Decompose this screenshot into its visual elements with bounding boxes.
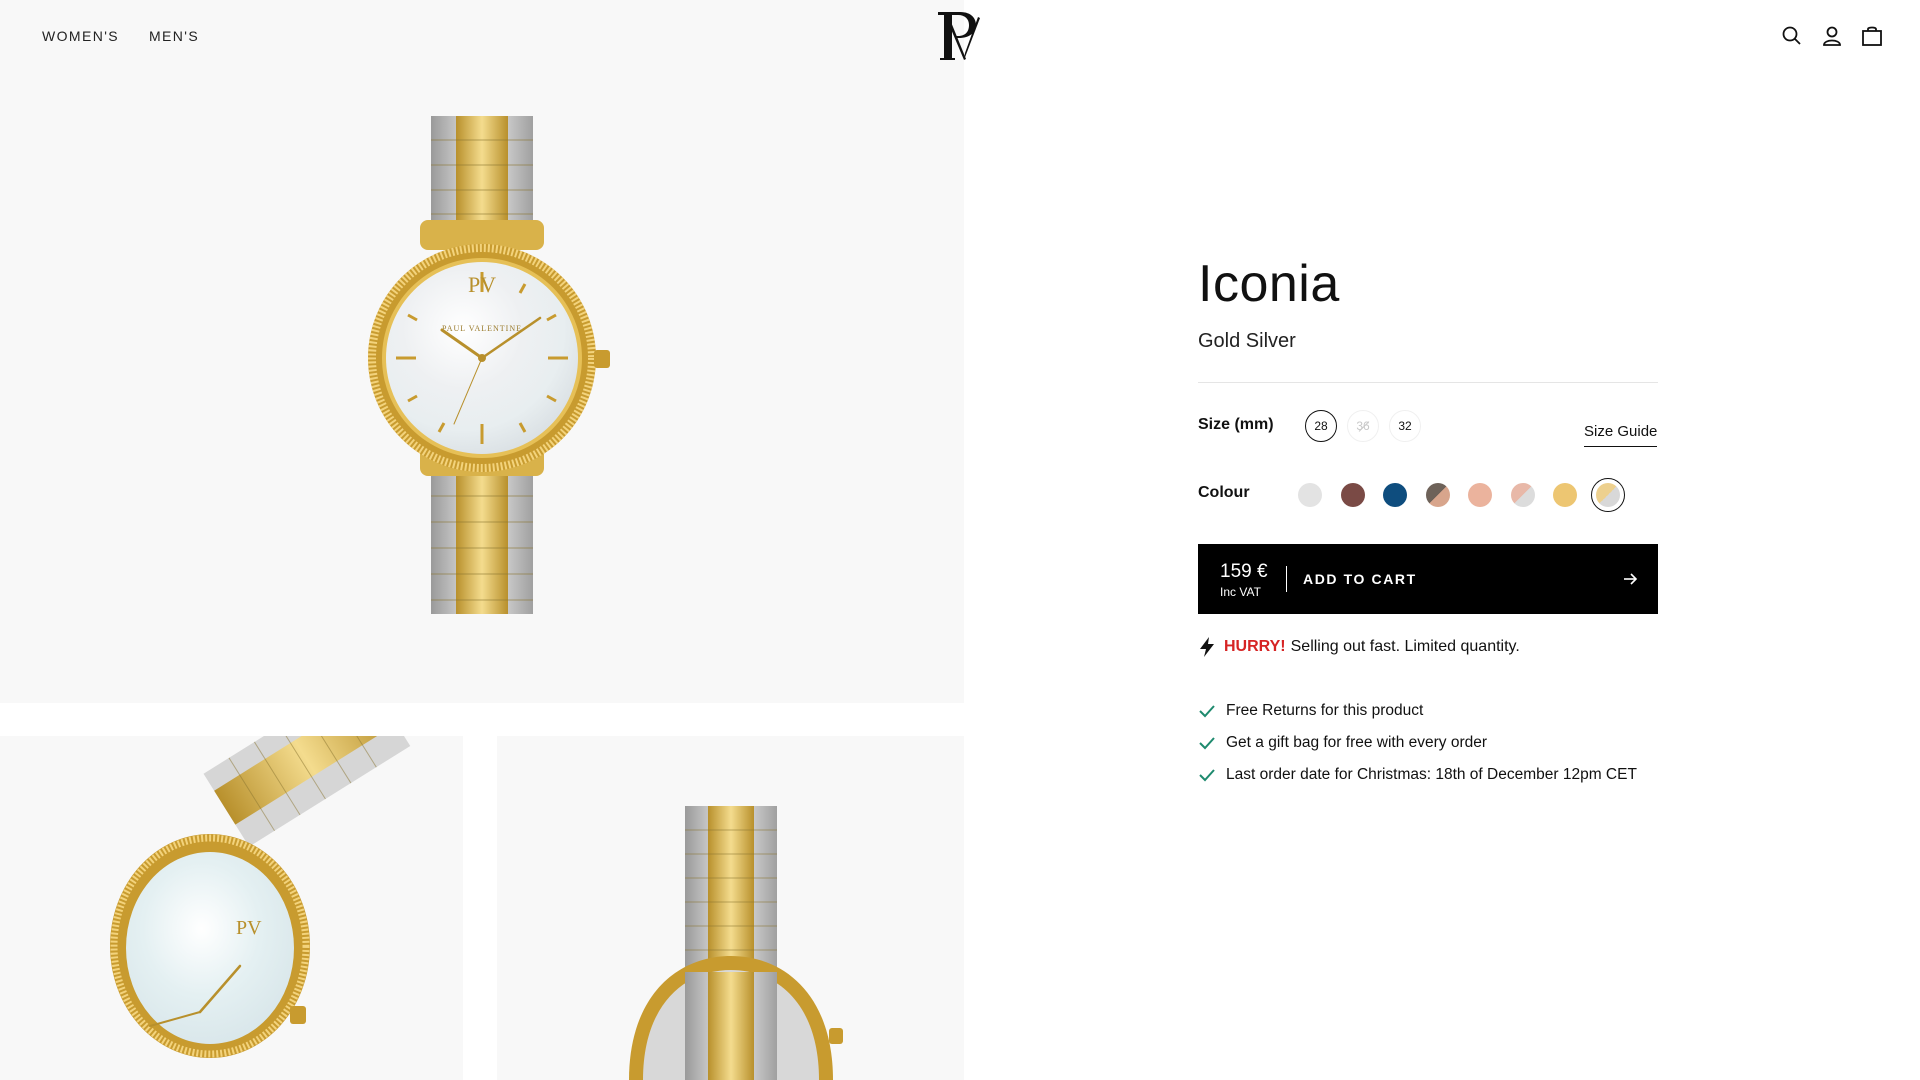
colour-swatch-navy[interactable] [1378, 478, 1412, 512]
search-icon[interactable] [1780, 24, 1804, 48]
colour-swatch-gold-silver[interactable] [1590, 478, 1625, 512]
nav-men-link[interactable]: MEN'S [149, 28, 199, 44]
size-option-32[interactable]: 32 [1389, 410, 1421, 442]
dial-brand-text: PAUL VALENTINE [442, 324, 522, 333]
check-icon [1199, 737, 1215, 750]
product-image-angle[interactable]: PV [0, 736, 463, 1080]
check-icon [1199, 769, 1215, 782]
colour-swatch-mocha[interactable] [1336, 478, 1370, 512]
product-variant-name: Gold Silver [1198, 330, 1296, 352]
add-to-cart-button[interactable]: 159 € Inc VAT ADD TO CART [1198, 544, 1658, 614]
product-image-back[interactable] [497, 736, 964, 1080]
add-to-cart-label: ADD TO CART [1303, 571, 1417, 587]
check-icon [1199, 705, 1215, 718]
colour-swatch-fill [1340, 483, 1365, 507]
dial-logo-angle: PV [236, 917, 262, 939]
colour-swatch-fill [1383, 483, 1407, 507]
divider [1198, 382, 1658, 383]
colour-swatch-fill [1468, 483, 1492, 507]
perk-item: Get a gift bag for free with every order [1198, 734, 1487, 752]
urgency-message: HURRY! Selling out fast. Limited quantit… [1198, 636, 1520, 658]
perk-text: Free Returns for this product [1226, 702, 1424, 719]
dial-logo: PV [468, 272, 496, 297]
colour-swatch-silver[interactable] [1293, 478, 1327, 512]
colour-swatch-rose-silver[interactable] [1506, 478, 1540, 512]
account-icon[interactable] [1820, 24, 1844, 48]
price: 159 € [1220, 561, 1268, 582]
colour-swatch-gunmetal-rose[interactable] [1421, 478, 1455, 512]
button-divider [1286, 566, 1287, 592]
lightning-icon [1200, 637, 1214, 657]
perk-text: Last order date for Christmas: 18th of D… [1226, 766, 1637, 783]
brand-logo[interactable] [934, 10, 988, 62]
colour-swatch-fill [1298, 483, 1322, 507]
colour-swatch-rose[interactable] [1463, 478, 1497, 512]
product-main-image[interactable]: PV PAUL VALENTINE [0, 0, 964, 703]
colour-swatch-fill [1510, 483, 1535, 507]
colour-swatch-gold[interactable] [1548, 478, 1582, 512]
product-title: Iconia [1198, 255, 1340, 313]
price-vat-note: Inc VAT [1220, 585, 1261, 599]
nav-women-link[interactable]: WOMEN'S [42, 28, 119, 44]
perk-item: Free Returns for this product [1198, 702, 1423, 720]
urgency-highlight: HURRY! [1224, 638, 1286, 655]
site-header: WOMEN'S MEN'S [0, 0, 1920, 72]
urgency-text: Selling out fast. Limited quantity. [1290, 638, 1520, 655]
bag-icon[interactable] [1860, 24, 1884, 48]
colour-swatch-fill [1595, 483, 1620, 507]
size-label: Size (mm) [1198, 416, 1274, 433]
size-option-36[interactable]: 36 [1347, 410, 1379, 442]
perk-text: Get a gift bag for free with every order [1226, 734, 1488, 751]
size-guide-link[interactable]: Size Guide [1584, 423, 1658, 447]
colour-swatch-fill [1425, 483, 1450, 507]
arrow-right-icon [1624, 573, 1638, 585]
colour-swatch-fill [1553, 483, 1577, 507]
perk-item: Last order date for Christmas: 18th of D… [1198, 766, 1637, 784]
size-option-28[interactable]: 28 [1305, 410, 1337, 442]
colour-label: Colour [1198, 484, 1250, 501]
